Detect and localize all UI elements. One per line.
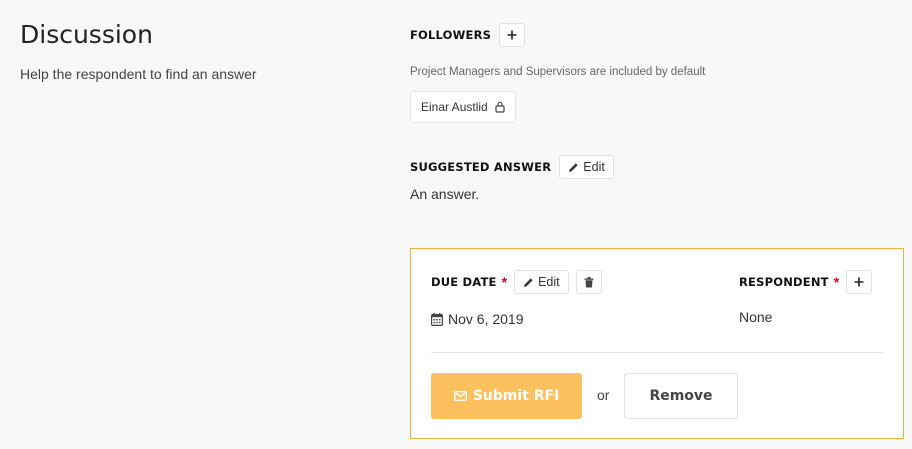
follower-name: Einar Austlid — [421, 100, 488, 114]
plus-icon — [507, 30, 517, 40]
follower-chip: Einar Austlid — [410, 91, 516, 123]
due-date-text: Nov 6, 2019 — [448, 311, 524, 327]
rfi-details-card: DUE DATE * Edit RESPONDENT * Nov 6, 2019… — [410, 248, 904, 439]
followers-header: FOLLOWERS — [410, 23, 526, 47]
suggested-answer-header: SUGGESTED ANSWER Edit — [410, 155, 614, 179]
delete-due-date-button[interactable] — [575, 270, 602, 294]
add-respondent-button[interactable] — [846, 270, 873, 294]
remove-button[interactable]: Remove — [624, 373, 738, 419]
respondent-label: RESPONDENT — [739, 275, 829, 289]
followers-label: FOLLOWERS — [410, 28, 492, 42]
or-separator: or — [597, 387, 610, 403]
trash-icon — [584, 276, 594, 287]
page-title: Discussion — [20, 20, 153, 49]
due-date-value: Nov 6, 2019 — [431, 311, 524, 327]
required-marker: * — [501, 274, 508, 290]
edit-due-date-button[interactable]: Edit — [514, 270, 569, 294]
followers-note: Project Managers and Supervisors are inc… — [410, 66, 706, 78]
divider — [431, 352, 883, 353]
lock-icon — [495, 101, 505, 113]
due-date-label: DUE DATE — [431, 275, 497, 289]
edit-suggested-answer-button[interactable]: Edit — [559, 155, 614, 179]
suggested-answer-text: An answer. — [410, 186, 480, 202]
respondent-value: None — [739, 309, 773, 325]
calendar-icon — [431, 312, 443, 326]
suggested-answer-label: SUGGESTED ANSWER — [410, 160, 552, 174]
respondent-header: RESPONDENT * — [739, 270, 873, 294]
page-subtitle: Help the respondent to find an answer — [20, 66, 257, 82]
edit-label: Edit — [538, 275, 560, 289]
submit-label: Submit RFI — [472, 388, 560, 404]
add-follower-button[interactable] — [499, 23, 526, 47]
plus-icon — [854, 277, 864, 287]
due-date-header: DUE DATE * Edit — [431, 270, 602, 294]
pencil-icon — [524, 277, 533, 287]
submit-rfi-button[interactable]: Submit RFI — [431, 373, 582, 419]
envelope-icon — [453, 391, 467, 401]
pencil-icon — [569, 162, 578, 172]
edit-label: Edit — [583, 160, 605, 174]
required-marker: * — [833, 274, 840, 290]
